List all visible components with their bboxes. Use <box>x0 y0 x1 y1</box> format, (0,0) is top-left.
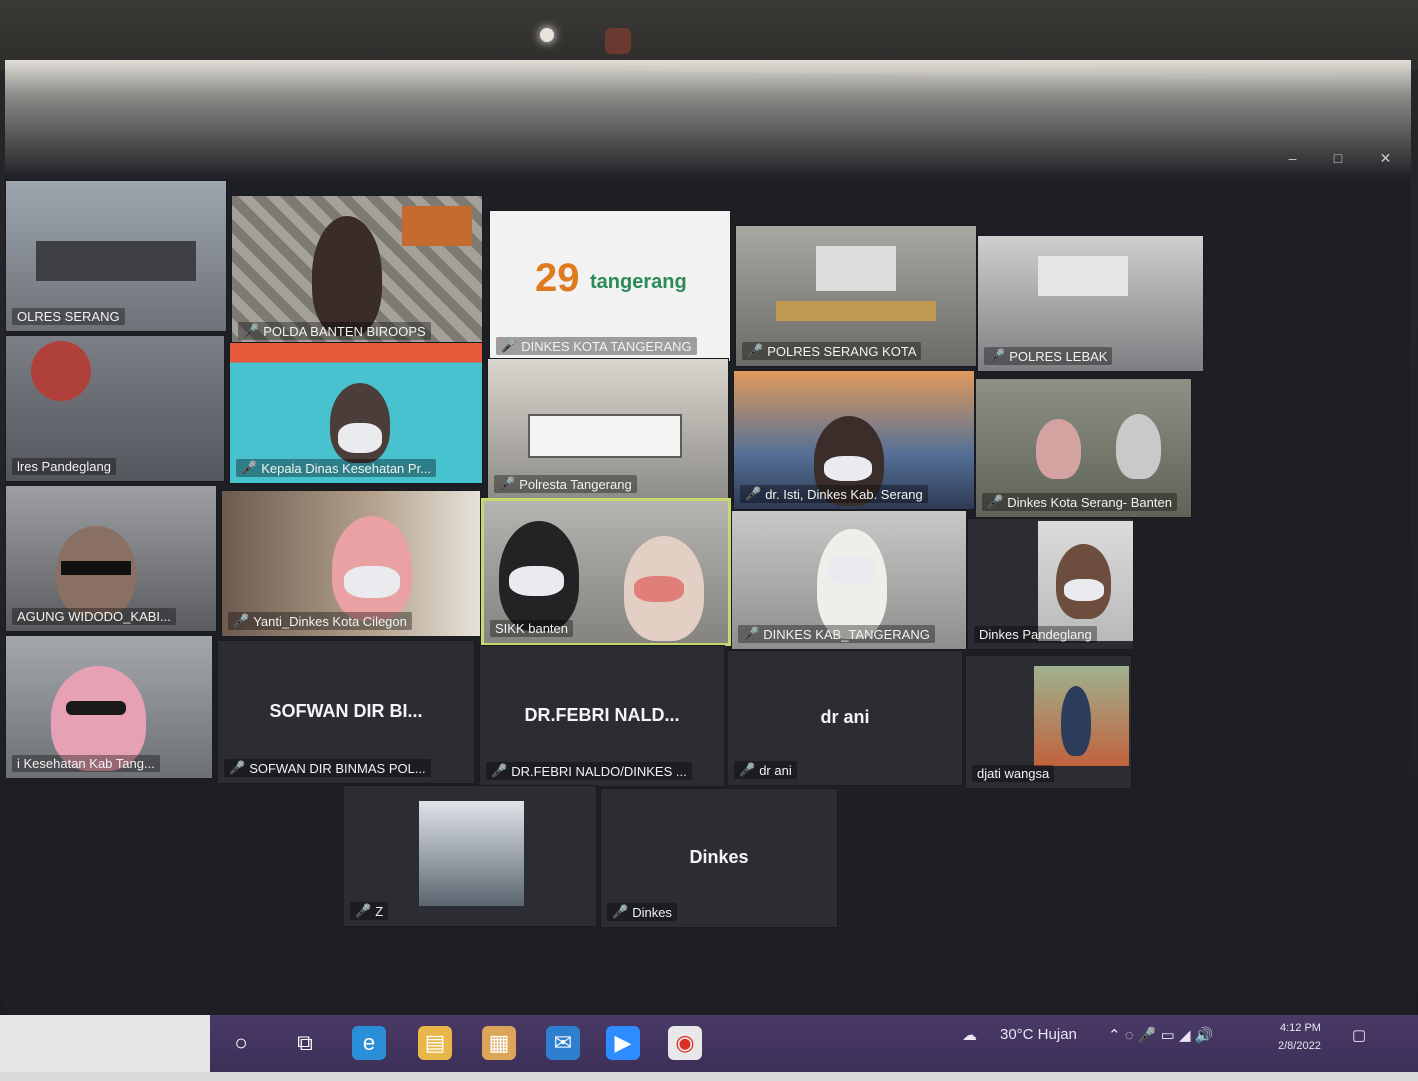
zoom-icon[interactable]: ▶ <box>606 1026 640 1060</box>
participant-name: 🎤 Dinkes Kota Serang- Banten <box>982 493 1177 511</box>
video-tile[interactable]: 🎤 dr. Isti, Dinkes Kab. Serang <box>733 370 975 510</box>
close-button[interactable]: ✕ <box>1380 150 1392 172</box>
participant-name: 🎤 DINKES KOTA TANGERANG <box>496 337 697 355</box>
participant-name: lres Pandeglang <box>12 458 116 475</box>
mic-muted-icon: 🎤 <box>739 762 756 777</box>
weather-text[interactable]: 30°C Hujan <box>1000 1026 1077 1043</box>
video-tile[interactable]: 🎤 Z <box>343 785 597 927</box>
participant-name: 🎤 Z <box>350 902 389 920</box>
webcam-lens <box>605 28 631 54</box>
mic-muted-icon: 🎤 <box>745 486 762 501</box>
video-tile[interactable]: 🎤 Kepala Dinas Kesehatan Pr... <box>229 342 483 484</box>
video-tile[interactable]: djati wangsa <box>965 655 1132 789</box>
search-icon[interactable]: ○ <box>224 1026 258 1060</box>
video-tile[interactable]: 🎤 POLRES SERANG KOTA <box>735 225 977 367</box>
video-tile[interactable]: 🎤 POLDA BANTEN BIROOPS <box>231 195 483 347</box>
video-tile[interactable]: i Kesehatan Kab Tang... <box>5 635 213 779</box>
participant-name: i Kesehatan Kab Tang... <box>12 755 160 772</box>
participant-name: 🎤 SOFWAN DIR BINMAS POL... <box>224 759 431 777</box>
video-tile[interactable]: lres Pandeglang <box>5 335 225 482</box>
mic-muted-icon: 🎤 <box>229 760 246 775</box>
participant-name: 🎤 DINKES KAB_TANGERANG <box>738 625 935 643</box>
mic-muted-icon: 🎤 <box>491 763 508 778</box>
participant-name: Dinkes Pandeglang <box>974 626 1097 643</box>
edge-icon[interactable]: e <box>352 1026 386 1060</box>
clock-date[interactable]: 2/8/2022 <box>1278 1040 1321 1052</box>
participant-name: 🎤 Polresta Tangerang <box>494 475 637 493</box>
mic-muted-icon: 🎤 <box>501 338 518 353</box>
participant-name: djati wangsa <box>972 765 1055 782</box>
participant-name: 🎤 dr ani <box>734 761 797 779</box>
taskbar-glare <box>0 1015 210 1073</box>
system-tray-icons[interactable]: ⌃ ◌ 🎤 ▭ ◢ 🔊 <box>1108 1026 1213 1044</box>
video-tile[interactable]: 🎤 Yanti_Dinkes Kota Cilegon <box>221 490 481 637</box>
file-explorer-icon[interactable]: ▤ <box>418 1026 452 1060</box>
mic-muted-icon: 🎤 <box>233 613 250 628</box>
video-tile[interactable]: 29 tangerang 🎤 DINKES KOTA TANGERANG <box>489 210 731 362</box>
video-tile[interactable]: SOFWAN DIR BI... 🎤 SOFWAN DIR BINMAS POL.… <box>217 640 475 784</box>
participant-name: 🎤 dr. Isti, Dinkes Kab. Serang <box>740 485 928 503</box>
maximize-button[interactable]: □ <box>1334 150 1342 172</box>
clock-time[interactable]: 4:12 PM <box>1280 1022 1321 1034</box>
participant-name: 🎤 Yanti_Dinkes Kota Cilegon <box>228 612 412 630</box>
participant-display-name: SOFWAN DIR BI... <box>269 700 423 721</box>
video-tile[interactable]: 🎤 DINKES KAB_TANGERANG <box>731 510 967 650</box>
participant-name: 🎤 POLDA BANTEN BIROOPS <box>238 322 431 340</box>
mic-muted-icon: 🎤 <box>747 343 764 358</box>
chrome-icon[interactable]: ◉ <box>668 1026 702 1060</box>
webcam-light <box>540 28 554 42</box>
mic-muted-icon: 🎤 <box>241 460 258 475</box>
participant-name: 🎤 POLRES LEBAK <box>984 347 1113 365</box>
mic-muted-icon: 🎤 <box>987 494 1004 509</box>
video-tile[interactable]: 🎤 POLRES LEBAK <box>977 235 1204 372</box>
photo-border <box>0 1072 1418 1081</box>
participant-display-name: DR.FEBRI NALD... <box>524 704 680 725</box>
participant-name: OLRES SERANG <box>12 308 125 325</box>
mic-muted-icon: 🎤 <box>355 903 372 918</box>
participant-name: AGUNG WIDODO_KABI... <box>12 608 176 625</box>
video-tile[interactable]: 🎤 Polresta Tangerang <box>487 358 729 500</box>
task-view-icon[interactable]: ⧉ <box>288 1026 322 1060</box>
window-controls: – □ ✕ <box>1270 150 1410 172</box>
mic-muted-icon: 🎤 <box>499 476 516 491</box>
weather-icon[interactable]: ☁ <box>962 1026 977 1044</box>
active-speaker-tile[interactable]: SIKK banten <box>481 498 731 646</box>
store-icon[interactable]: ▦ <box>482 1026 516 1060</box>
notification-icon[interactable]: ▢ <box>1352 1026 1366 1044</box>
video-tile[interactable]: dr ani 🎤 dr ani <box>727 650 963 786</box>
participant-name: SIKK banten <box>490 620 573 637</box>
mic-muted-icon: 🎤 <box>243 323 260 338</box>
participant-display-name: dr ani <box>820 707 870 728</box>
participant-name: 🎤 Kepala Dinas Kesehatan Pr... <box>236 459 437 477</box>
logo-number: 29 <box>535 256 580 300</box>
video-tile[interactable]: AGUNG WIDODO_KABI... <box>5 485 217 632</box>
participant-name: 🎤 POLRES SERANG KOTA <box>742 342 922 360</box>
logo-text: tangerang <box>590 271 687 293</box>
video-tile[interactable]: Dinkes Pandeglang <box>967 518 1134 650</box>
video-tile[interactable]: Dinkes 🎤 Dinkes <box>600 788 838 928</box>
screen-glare <box>5 60 1411 180</box>
mic-muted-icon: 🎤 <box>989 348 1006 363</box>
mail-icon[interactable]: ✉ <box>546 1026 580 1060</box>
taskbar <box>0 1015 1418 1073</box>
participant-name: 🎤 DR.FEBRI NALDO/DINKES ... <box>486 762 692 780</box>
video-gallery: OLRES SERANG 🎤 POLDA BANTEN BIROOPS 29 ta… <box>5 180 1225 980</box>
participant-display-name: Dinkes <box>689 846 749 867</box>
participant-name: 🎤 Dinkes <box>607 903 677 921</box>
video-tile[interactable]: OLRES SERANG <box>5 180 227 332</box>
video-tile[interactable]: 🎤 Dinkes Kota Serang- Banten <box>975 378 1192 518</box>
mic-muted-icon: 🎤 <box>612 904 629 919</box>
mic-muted-icon: 🎤 <box>743 626 760 641</box>
photo-frame: – □ ✕ OLRES SERANG 🎤 POLDA BANTEN BIROOPS… <box>0 0 1418 1081</box>
video-tile[interactable]: DR.FEBRI NALD... 🎤 DR.FEBRI NALDO/DINKES … <box>479 645 725 787</box>
minimize-button[interactable]: – <box>1289 150 1297 172</box>
